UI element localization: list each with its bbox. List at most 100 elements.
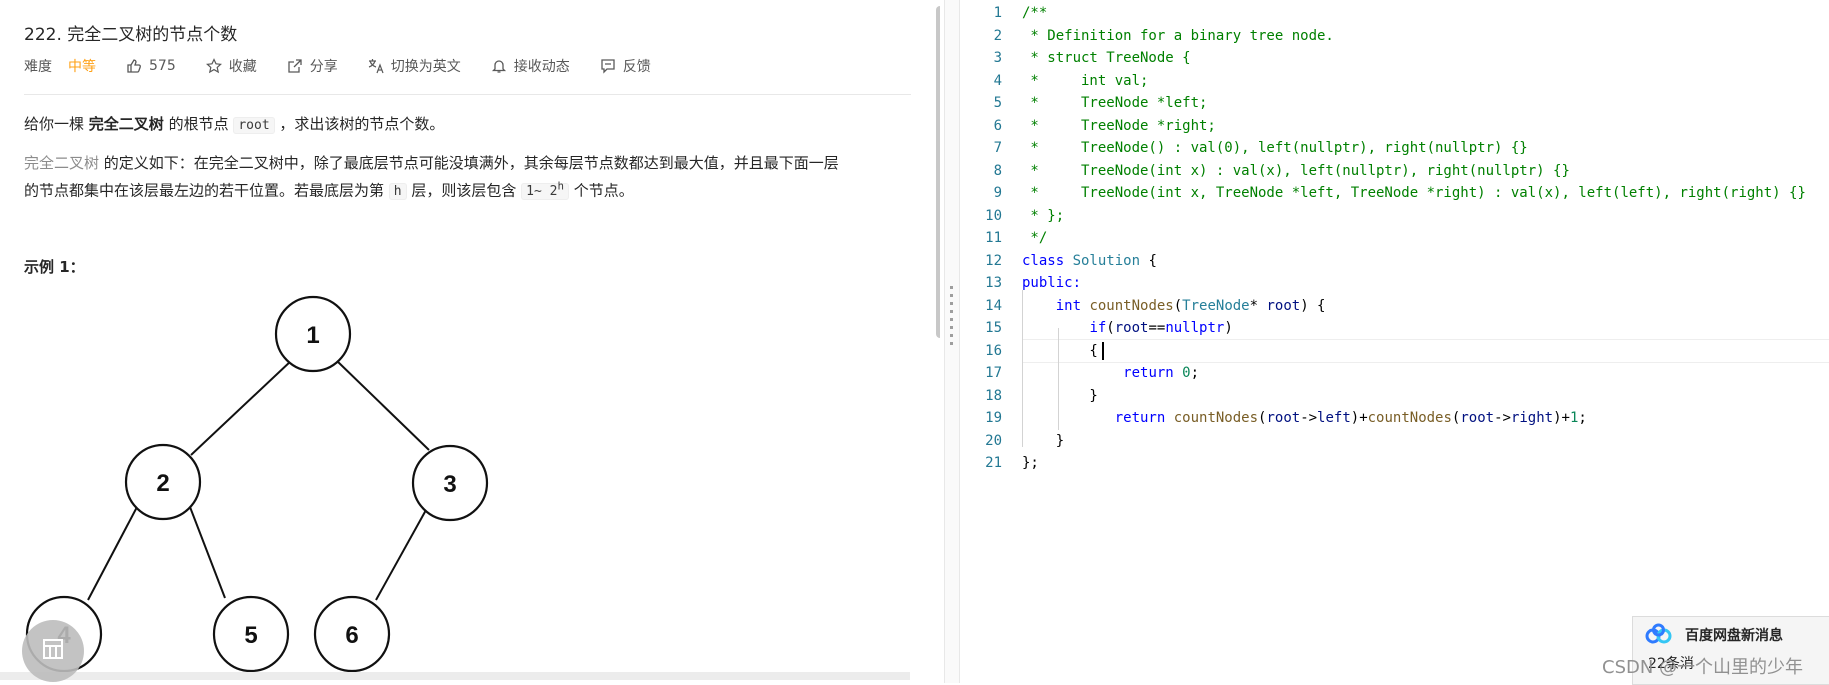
tree-edge — [190, 359, 293, 456]
line-number: 1 — [993, 5, 1002, 21]
code-text: } — [1022, 387, 1098, 404]
tree-node-1: 1 — [274, 295, 352, 373]
description-paragraph-2: 完全二叉树 的定义如下：在完全二叉树中，除了最底层节点可能没填满外，其余每层节点… — [24, 152, 839, 203]
description-scrollbar[interactable] — [936, 6, 940, 338]
switch-language-label: 切换为英文 — [390, 59, 461, 75]
code-text: * Definition for a binary tree node. — [1022, 27, 1334, 44]
line-number: 5 — [993, 95, 1002, 111]
like-button[interactable]: 575 — [126, 58, 176, 74]
desc-text: 的节点都集中在该层最左边的若干位置。若最底层为第 — [24, 181, 389, 200]
subscribe-button[interactable]: 接收动态 — [491, 56, 570, 76]
code-text: }; — [1022, 455, 1039, 471]
code-text: * TreeNode() : val(0), left(nullptr), ri… — [1022, 140, 1528, 156]
tree-edge — [189, 506, 226, 599]
thumbs-up-icon — [127, 59, 141, 73]
header-divider — [24, 94, 911, 95]
resizer-grip-icon — [950, 286, 953, 346]
desc-text: 层，则该层包含 — [406, 181, 522, 200]
line-number: 19 — [985, 410, 1002, 426]
favorite-label: 收藏 — [228, 59, 257, 75]
tree-node-label: 2 — [156, 470, 169, 497]
code-text: } — [1022, 432, 1065, 449]
desc-text: 的定义如下：在完全二叉树中，除了最底层节点可能没填满外，其余每层节点数都达到最大… — [99, 154, 839, 172]
favorite-button[interactable]: 收藏 — [205, 56, 257, 76]
tree-node-label: 6 — [345, 622, 358, 649]
desc-text: ，求出该树的节点个数。 — [274, 115, 445, 133]
line-number: 15 — [985, 320, 1002, 336]
complete-binary-tree-link[interactable]: 完全二叉树 — [24, 154, 99, 172]
share-button[interactable]: 分享 — [287, 56, 338, 76]
line-number: 16 — [985, 342, 1002, 359]
range-superscript: h — [557, 180, 564, 193]
line-number: 14 — [985, 297, 1002, 314]
example-title: 示例 1： — [24, 258, 85, 276]
subscribe-label: 接收动态 — [513, 59, 570, 75]
code-text: class Solution { — [1022, 252, 1157, 269]
share-icon — [288, 59, 302, 73]
switch-language-button[interactable]: 切换为英文 — [368, 56, 461, 76]
code-text: if(root==nullptr) — [1089, 320, 1233, 336]
watermark: CSDN @一个山里的少年 — [1602, 657, 1804, 678]
code-editor[interactable]: 1 /** 2 * Definition for a binary tree nod… — [960, 0, 1829, 683]
tree-edge — [335, 359, 430, 451]
tree-node-label: 5 — [244, 622, 257, 649]
feedback-icon — [601, 59, 615, 74]
problem-panel: 222. 完全二叉树的节点个数 难度 中等 575 收藏 分享 切换为英文 接收… — [0, 0, 940, 683]
line-number: 6 — [993, 117, 1002, 134]
tree-node-5: 5 — [212, 595, 290, 673]
difficulty-badge: 中等 — [68, 59, 96, 75]
code-text: */ — [1022, 230, 1048, 246]
example-tree-image: 1 2 3 4 5 6 — [25, 295, 489, 673]
share-label: 分享 — [309, 59, 338, 75]
problem-toolbar: 难度 中等 575 收藏 分享 切换为英文 接收动态 反馈 — [24, 56, 681, 76]
description-paragraph-1: 给你一棵 完全二叉树 的根节点 root ，求出该树的节点个数。 — [24, 113, 444, 137]
tree-edge — [375, 509, 427, 601]
text-cursor — [1102, 342, 1104, 360]
desc-bold-term: 完全二叉树 — [88, 115, 164, 133]
inline-code-range: 1~ 2h — [521, 180, 569, 201]
line-number: 3 — [993, 50, 1002, 66]
tree-node-label: 3 — [443, 471, 456, 498]
tree-node-3: 3 — [411, 444, 489, 522]
desc-text: 给你一棵 — [24, 115, 89, 133]
line-number: 9 — [993, 185, 1002, 201]
code-text: return countNodes(root->left)+countNodes… — [1114, 410, 1587, 426]
tree-node-6: 6 — [313, 595, 391, 673]
line-number: 8 — [993, 162, 1002, 179]
line-number: 20 — [985, 432, 1002, 449]
code-text: public: — [1022, 275, 1082, 291]
tree-edge — [87, 506, 138, 601]
code-text: return 0; — [1123, 365, 1200, 381]
like-count: 575 — [149, 58, 176, 74]
notebook-icon — [43, 639, 63, 659]
horizontal-scrollbar[interactable] — [0, 672, 910, 680]
line-number: 21 — [985, 455, 1002, 471]
code-text: int countNodes(TreeNode* root) { — [1055, 297, 1326, 314]
feedback-button[interactable]: 反馈 — [600, 56, 651, 76]
code-text: * TreeNode(int x) : val(x), left(nullptr… — [1022, 162, 1570, 179]
current-line-highlight — [1022, 339, 1829, 363]
line-number: 17 — [985, 365, 1002, 381]
line-number: 11 — [985, 230, 1002, 246]
line-number: 18 — [985, 387, 1002, 404]
code-text: * int val; — [1022, 72, 1149, 89]
code-text: * TreeNode *right; — [1022, 117, 1216, 134]
code-text: { — [1022, 342, 1098, 359]
line-number: 4 — [993, 72, 1002, 89]
difficulty-label: 难度 — [24, 59, 52, 75]
code-text: /** — [1022, 5, 1048, 21]
translate-icon — [368, 59, 384, 74]
code-text: * struct TreeNode { — [1022, 50, 1191, 66]
line-number: 12 — [985, 252, 1002, 269]
baidu-netdisk-logo-icon — [1645, 623, 1672, 644]
desc-text: 个节点。 — [569, 181, 634, 200]
code-text: * TreeNode *left; — [1022, 95, 1208, 111]
tree-node-2: 2 — [124, 443, 202, 521]
code-text: * TreeNode(int x, TreeNode *left, TreeNo… — [1022, 185, 1806, 201]
range-text: 1~ 2 — [526, 184, 558, 200]
code-text: * }; — [1022, 207, 1065, 224]
line-number: 2 — [993, 27, 1002, 44]
desc-text: 的根节点 — [163, 115, 234, 133]
tree-node-label: 1 — [306, 322, 319, 349]
line-number: 13 — [985, 275, 1002, 291]
